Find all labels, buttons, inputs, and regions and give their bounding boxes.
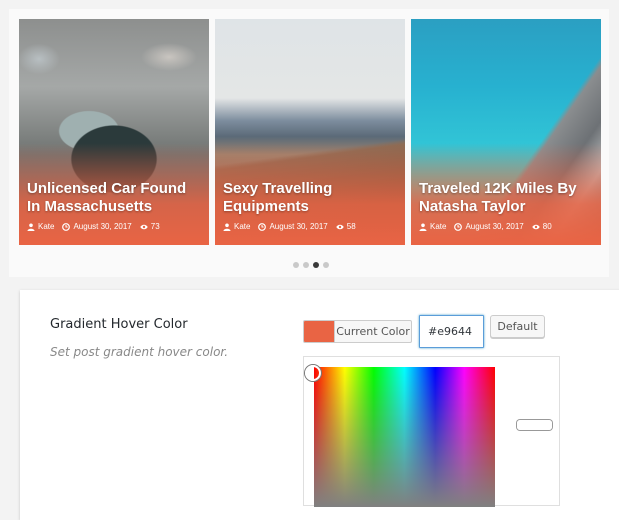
user-icon bbox=[223, 223, 231, 231]
color-swatch bbox=[304, 321, 334, 342]
date-text: August 30, 2017 bbox=[269, 222, 328, 231]
field-description: Set post gradient hover color. bbox=[50, 345, 229, 359]
clock-icon bbox=[454, 223, 463, 231]
current-color-button[interactable]: Current Color bbox=[303, 320, 412, 343]
post-carousel: Unlicensed Car Found In Massachusetts Ka… bbox=[9, 9, 609, 277]
current-color-label: Current Color bbox=[334, 321, 411, 342]
post-date: August 30, 2017 bbox=[62, 222, 132, 232]
views-count: 73 bbox=[150, 222, 160, 231]
post-author[interactable]: Kate bbox=[419, 222, 446, 232]
date-text: August 30, 2017 bbox=[73, 222, 132, 231]
post-author[interactable]: Kate bbox=[223, 222, 250, 232]
post-meta: Kate August 30, 2017 80 bbox=[419, 222, 597, 232]
post-author[interactable]: Kate bbox=[27, 222, 54, 232]
eye-icon bbox=[140, 224, 148, 230]
clock-icon bbox=[258, 223, 267, 231]
pagination-dot[interactable] bbox=[293, 262, 299, 268]
color-picker bbox=[303, 356, 560, 507]
views-count: 58 bbox=[346, 222, 356, 231]
post-card[interactable]: Sexy Travelling Equipments Kate August 3… bbox=[215, 19, 405, 245]
eye-icon bbox=[532, 224, 540, 230]
post-meta: Kate August 30, 2017 58 bbox=[223, 222, 401, 232]
views-count: 80 bbox=[542, 222, 552, 231]
carousel-pagination bbox=[293, 262, 329, 268]
pagination-dot[interactable] bbox=[323, 262, 329, 268]
eye-icon bbox=[336, 224, 344, 230]
author-name: Kate bbox=[234, 222, 251, 231]
post-card[interactable]: Unlicensed Car Found In Massachusetts Ka… bbox=[19, 19, 209, 245]
field-label: Gradient Hover Color bbox=[50, 317, 188, 332]
user-icon bbox=[419, 223, 427, 231]
post-views: 80 bbox=[532, 222, 552, 232]
hue-strip[interactable] bbox=[520, 367, 549, 507]
hex-color-input[interactable] bbox=[419, 315, 484, 348]
pagination-dot[interactable] bbox=[303, 262, 309, 268]
post-title[interactable]: Unlicensed Car Found In Massachusetts bbox=[27, 180, 203, 216]
hue-slider-handle[interactable] bbox=[517, 420, 552, 430]
post-title[interactable]: Traveled 12K Miles By Natasha Taylor bbox=[419, 180, 595, 216]
date-text: August 30, 2017 bbox=[465, 222, 524, 231]
clock-icon bbox=[62, 223, 71, 231]
pagination-dot-active[interactable] bbox=[313, 262, 319, 268]
post-meta: Kate August 30, 2017 73 bbox=[27, 222, 205, 232]
post-date: August 30, 2017 bbox=[454, 222, 524, 232]
saturation-handle[interactable] bbox=[305, 365, 321, 381]
post-views: 73 bbox=[140, 222, 160, 232]
author-name: Kate bbox=[38, 222, 55, 231]
saturation-square[interactable] bbox=[314, 367, 495, 507]
post-card[interactable]: Traveled 12K Miles By Natasha Taylor Kat… bbox=[411, 19, 601, 245]
post-title[interactable]: Sexy Travelling Equipments bbox=[223, 180, 399, 216]
default-button[interactable]: Default bbox=[490, 315, 545, 338]
post-views: 58 bbox=[336, 222, 356, 232]
author-name: Kate bbox=[430, 222, 447, 231]
post-date: August 30, 2017 bbox=[258, 222, 328, 232]
settings-panel: Gradient Hover Color Set post gradient h… bbox=[20, 290, 619, 520]
user-icon bbox=[27, 223, 35, 231]
